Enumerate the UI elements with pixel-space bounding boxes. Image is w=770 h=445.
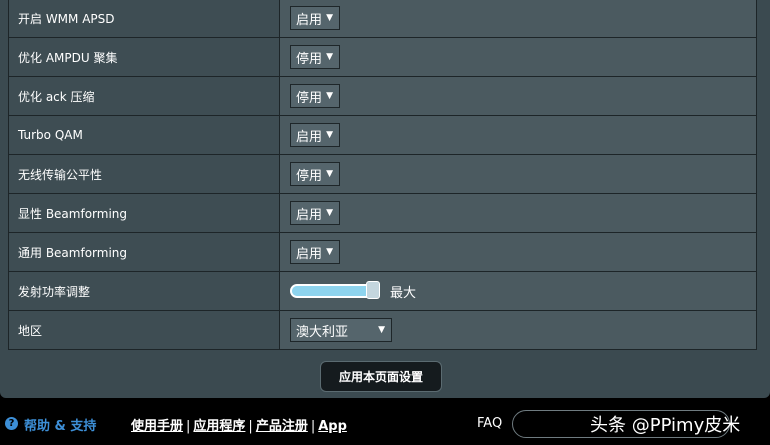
faq-label: FAQ (477, 416, 503, 431)
link-separator: | (310, 419, 316, 434)
dropdown-arrow-icon: ▼ (326, 13, 333, 23)
setting-label: 优化 ack 压缩 (8, 76, 280, 116)
setting-label: 无线传输公平性 (8, 154, 280, 194)
link-separator: | (186, 419, 191, 434)
table-row: 优化 AMPDU 聚集 停用 ▼ (8, 37, 757, 77)
setting-label: Turbo QAM (8, 115, 280, 155)
tx-power-control: 最大 (290, 281, 756, 301)
footer-links: 使用手册 | 应用程序 | 产品注册 | App (131, 415, 347, 434)
manual-link[interactable]: 使用手册 (131, 419, 183, 434)
table-row: 地区 澳大利亚 ▼ (8, 310, 757, 350)
apply-settings-button[interactable]: 应用本页面设置 (320, 361, 442, 392)
footer: ? 帮助 & 支持 使用手册 | 应用程序 | 产品注册 | App FAQ 头条 @PPi… (0, 404, 770, 445)
dropdown-arrow-icon: ▼ (326, 169, 333, 179)
dropdown-arrow-icon: ▼ (326, 247, 333, 257)
dropdown-arrow-icon: ▼ (326, 91, 333, 101)
product-registration-link[interactable]: 产品注册 (256, 419, 308, 434)
dropdown-arrow-icon: ▼ (326, 52, 333, 62)
table-row: 无线传输公平性 停用 ▼ (8, 154, 757, 194)
setting-label: 发射功率调整 (8, 271, 280, 311)
setting-label: 显性 Beamforming (8, 193, 280, 233)
table-row: 开启 WMM APSD 启用 ▼ (8, 0, 757, 38)
slider-thumb[interactable] (366, 281, 380, 299)
ack-compress-select[interactable]: 停用 ▼ (290, 84, 340, 108)
table-row: 优化 ack 压缩 停用 ▼ (8, 76, 757, 116)
utility-link[interactable]: 应用程序 (193, 419, 245, 434)
settings-table: 开启 WMM APSD 启用 ▼ 优化 AMPDU 聚集 停用 ▼ 优化 ack 压… (8, 0, 757, 350)
table-row: 显性 Beamforming 启用 ▼ (8, 193, 757, 233)
table-row: 发射功率调整 最大 (8, 271, 757, 311)
settings-panel: 开启 WMM APSD 启用 ▼ 优化 AMPDU 聚集 停用 ▼ 优化 ack 压… (0, 0, 770, 398)
wmm-apsd-select[interactable]: 启用 ▼ (290, 6, 340, 30)
turbo-qam-select[interactable]: 启用 ▼ (290, 123, 340, 147)
region-select[interactable]: 澳大利亚 ▼ (290, 318, 392, 342)
dropdown-arrow-icon: ▼ (378, 325, 385, 335)
table-row: Turbo QAM 启用 ▼ (8, 115, 757, 155)
app-link[interactable]: App (318, 419, 347, 434)
airtime-fairness-select[interactable]: 停用 ▼ (290, 162, 340, 186)
tx-power-value: 最大 (390, 285, 417, 301)
help-icon[interactable]: ? (5, 417, 18, 430)
watermark: 头条 @PPimy皮米 (590, 415, 741, 436)
link-separator: | (248, 419, 253, 434)
setting-label: 通用 Beamforming (8, 232, 280, 272)
setting-label: 开启 WMM APSD (8, 0, 280, 38)
explicit-beamforming-select[interactable]: 启用 ▼ (290, 201, 340, 225)
dropdown-arrow-icon: ▼ (326, 208, 333, 218)
setting-label: 地区 (8, 310, 280, 350)
tx-power-slider[interactable] (290, 281, 380, 299)
table-row: 通用 Beamforming 启用 ▼ (8, 232, 757, 272)
setting-label: 优化 AMPDU 聚集 (8, 37, 280, 77)
universal-beamforming-select[interactable]: 启用 ▼ (290, 240, 340, 264)
dropdown-arrow-icon: ▼ (326, 130, 333, 140)
ampdu-select[interactable]: 停用 ▼ (290, 45, 340, 69)
help-support-link[interactable]: 帮助 & 支持 (24, 415, 96, 434)
